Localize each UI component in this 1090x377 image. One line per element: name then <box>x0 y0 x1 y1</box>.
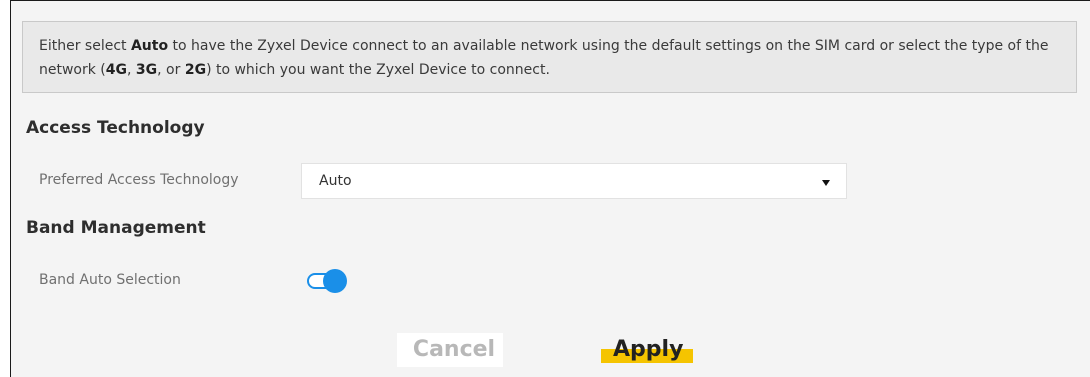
info-bold-auto: Auto <box>130 38 169 54</box>
apply-button[interactable]: Apply <box>601 333 693 367</box>
preferred-access-technology-label: Preferred Access Technology <box>39 172 239 188</box>
preferred-access-technology-value: Auto <box>319 173 352 189</box>
apply-label: Apply <box>613 337 684 362</box>
info-bold-4g: 4G <box>105 62 128 78</box>
band-management-heading: Band Management <box>26 218 206 238</box>
preferred-access-technology-select[interactable]: Auto <box>301 163 847 199</box>
info-text-3: , <box>127 62 136 78</box>
chevron-down-icon <box>822 180 830 186</box>
info-text-5: ) to which you want the Zyxel Device to … <box>206 62 550 78</box>
info-text-1: Either select <box>39 38 131 54</box>
band-auto-selection-label: Band Auto Selection <box>39 272 181 288</box>
info-bold-3g: 3G <box>135 62 158 78</box>
info-bold-2g: 2G <box>184 62 207 78</box>
settings-panel: Either select Auto to have the Zyxel Dev… <box>10 0 1090 377</box>
top-border <box>11 0 1090 1</box>
cancel-button[interactable]: Cancel <box>397 333 503 367</box>
info-text-4: , or <box>157 62 185 78</box>
access-technology-heading: Access Technology <box>26 118 205 138</box>
toggle-knob <box>323 269 347 293</box>
band-auto-selection-toggle[interactable] <box>307 268 349 294</box>
info-message: Either select Auto to have the Zyxel Dev… <box>22 21 1077 93</box>
